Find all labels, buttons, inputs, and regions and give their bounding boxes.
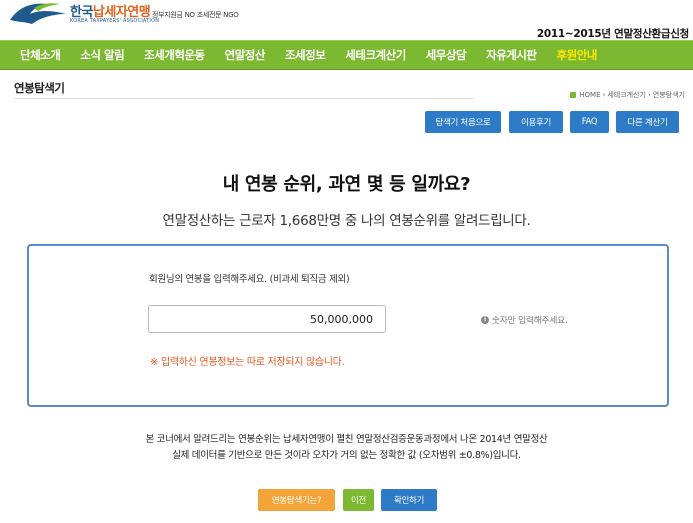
org-name-en: KOREA TAXPAYERS' ASSOCIATION	[70, 18, 160, 24]
bird-logo-icon[interactable]	[8, 0, 68, 26]
breadcrumb-separator: ›	[602, 91, 606, 99]
salary-input-label: 회원님의 연봉을 입력해주세요. (비과세 퇴직금 제외)	[149, 274, 350, 285]
sub-heading: 연말정산하는 근로자 1,668만명 중 나의 연봉순위를 알려드립니다.	[162, 213, 531, 229]
faq-button[interactable]: FAQ	[570, 111, 609, 133]
slogan: 정부지원금 NO 조세전문 NGO	[152, 11, 239, 19]
about-explorer-button[interactable]: 연봉탐색기는?	[258, 489, 335, 511]
other-calculator-button[interactable]: 다른 계산기	[616, 111, 679, 133]
breadcrumb: HOME › 세테크계산기 › 연봉탐색기	[570, 90, 685, 100]
nav-item-tax-calculator[interactable]: 세테크계산기	[335, 47, 415, 63]
privacy-warning: ※ 입력하신 연봉정보는 따로 저장되지 않습니다.	[150, 357, 345, 368]
info-icon: i	[481, 316, 489, 324]
main-heading: 내 연봉 순위, 과연 몇 등 일까요?	[222, 174, 471, 195]
breadcrumb-current[interactable]: 연봉탐색기	[653, 90, 685, 100]
salary-input[interactable]	[148, 305, 386, 333]
nav-item-news[interactable]: 소식 알림	[70, 47, 134, 63]
nav-item-tax-consulting[interactable]: 세무상담	[416, 47, 476, 63]
page-title: 연봉탐색기	[14, 81, 65, 95]
home-icon	[570, 92, 577, 98]
nav-item-free-board[interactable]: 자유게시판	[476, 47, 546, 63]
nav-item-donation[interactable]: 후원안내	[547, 47, 607, 63]
confirm-button[interactable]: 확인하기	[381, 489, 437, 511]
campaign-banner[interactable]: 2011~2015년 연말정산환급신청	[537, 26, 689, 41]
main-nav: 단체소개 소식 알림 조세개혁운동 연말정산 조세정보 세테크계산기 세무상담 …	[0, 40, 693, 70]
nav-item-year-end-settlement[interactable]: 연말정산	[215, 47, 275, 63]
nav-item-about[interactable]: 단체소개	[10, 47, 70, 63]
reviews-button[interactable]: 이용후기	[509, 111, 563, 133]
data-notice: 본 코너에서 알려드리는 연봉순위는 납세자연맹이 펼친 연말정산검증운동과정에…	[0, 432, 693, 464]
site-header: 한국납세자연맹 KOREA TAXPAYERS' ASSOCIATION 정부지…	[0, 0, 693, 40]
input-hint: i 숫자만 입력해주세요.	[481, 314, 568, 326]
breadcrumb-parent[interactable]: 세테크계산기	[607, 90, 646, 100]
notice-line-2: 실제 데이터를 기반으로 만든 것이라 오차가 거의 없는 정확한 값 (오차범…	[172, 450, 521, 461]
title-divider	[14, 98, 474, 99]
nav-item-tax-info[interactable]: 조세정보	[275, 47, 335, 63]
restart-explorer-button[interactable]: 탐색기 처음으로	[425, 111, 501, 133]
input-hint-text: 숫자만 입력해주세요.	[492, 316, 568, 326]
notice-line-1: 본 코너에서 알려드리는 연봉순위는 납세자연맹이 펼친 연말정산검증운동과정에…	[145, 434, 548, 445]
nav-item-tax-reform[interactable]: 조세개혁운동	[134, 47, 214, 63]
breadcrumb-separator: ›	[647, 91, 651, 99]
breadcrumb-home[interactable]: HOME	[579, 91, 600, 99]
previous-button[interactable]: 이전	[343, 489, 374, 511]
